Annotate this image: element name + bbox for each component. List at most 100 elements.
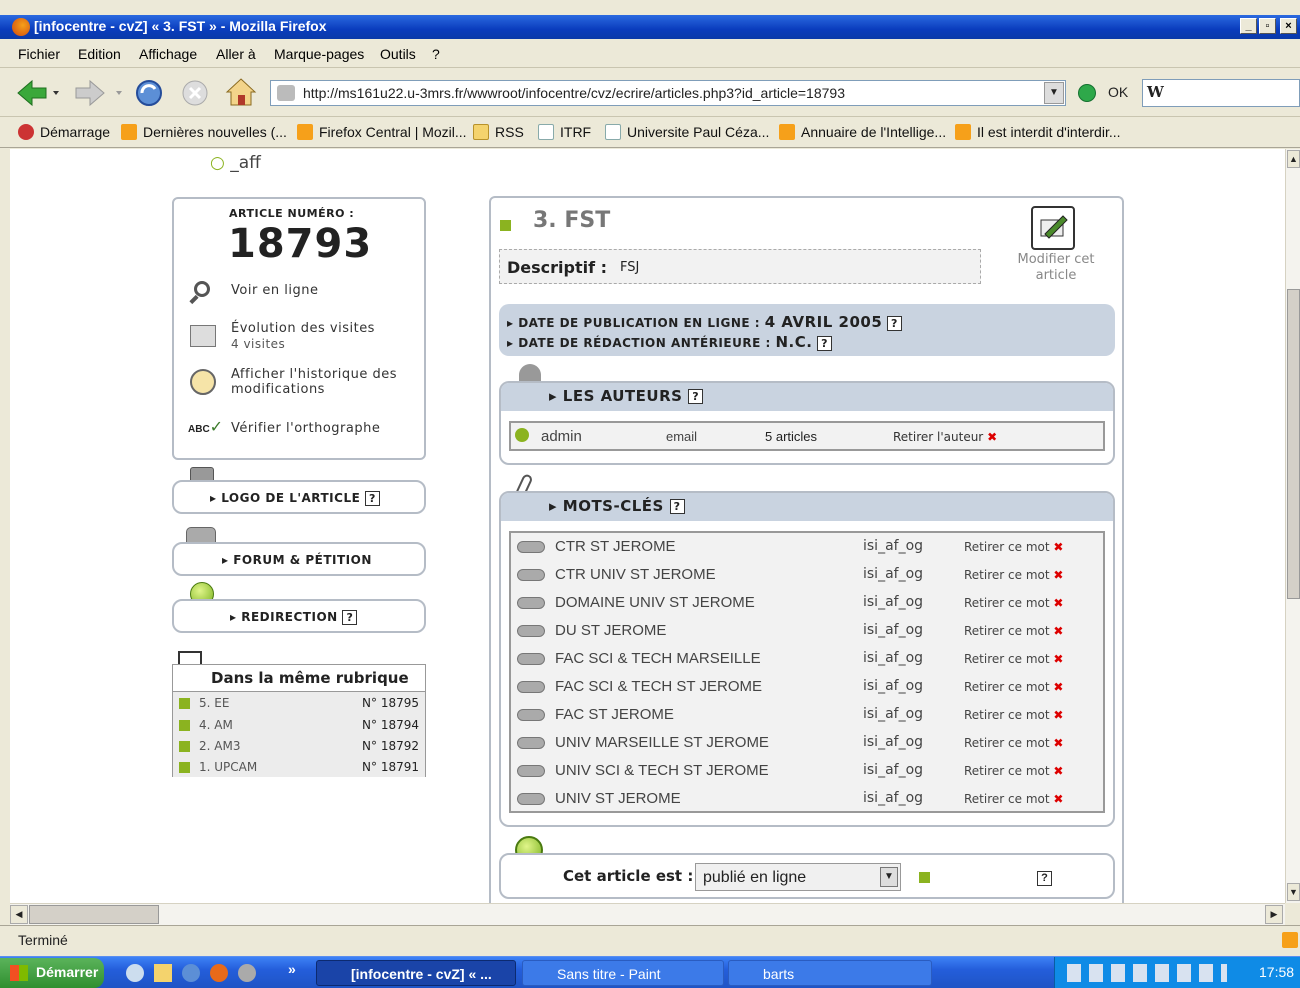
article-number: 18793 bbox=[228, 221, 373, 267]
scroll-right-button[interactable]: ▶ bbox=[1265, 905, 1283, 924]
help-icon[interactable]: ? bbox=[886, 316, 902, 331]
remove-keyword-button[interactable]: Retirer ce mot ✖ bbox=[964, 596, 1063, 610]
remove-x-icon: ✖ bbox=[1053, 624, 1064, 638]
start-button[interactable]: Démarrer bbox=[0, 958, 104, 988]
reload-button[interactable] bbox=[133, 77, 165, 109]
voir-en-ligne-label: Voir en ligne bbox=[231, 283, 319, 298]
stop-button[interactable] bbox=[180, 78, 210, 108]
task-firefox[interactable]: [infocentre - cvZ] « ... bbox=[316, 960, 516, 986]
historique-link[interactable]: Afficher l'historique des modifications bbox=[188, 367, 418, 401]
ie-icon[interactable] bbox=[182, 964, 200, 982]
bookmark-itrf[interactable]: ITRF bbox=[538, 124, 591, 140]
go-button[interactable]: OK bbox=[1078, 82, 1132, 104]
article-info-box: ARTICLE NUMÉRO : 18793 Voir en ligne Évo… bbox=[172, 197, 426, 460]
remove-keyword-button[interactable]: Retirer ce mot ✖ bbox=[964, 792, 1063, 806]
redirection-toggle[interactable]: ▸ REDIRECTION ? bbox=[172, 599, 426, 633]
help-icon[interactable]: ? bbox=[669, 499, 685, 514]
vertical-scrollbar[interactable]: ▲ ▼ bbox=[1285, 149, 1300, 903]
rubrique-item-2-am3[interactable]: 2. AM3 N° 18792 bbox=[177, 739, 421, 759]
scroll-down-button[interactable]: ▼ bbox=[1287, 883, 1300, 901]
keywords-title[interactable]: ▸ MOTS-CLÉS ? bbox=[549, 497, 685, 515]
help-icon[interactable]: ? bbox=[1037, 871, 1052, 886]
modifier-article-button[interactable]: Modifier cet article bbox=[1001, 206, 1111, 288]
descriptif-label: Descriptif : bbox=[507, 258, 608, 277]
voir-en-ligne-link[interactable]: Voir en ligne bbox=[188, 279, 418, 305]
keyword-row: DOMAINE UNIV ST JEROME isi_af_og Retirer c… bbox=[511, 589, 1105, 617]
historique-label: Afficher l'historique des modifications bbox=[231, 367, 398, 397]
window-title: [infocentre - cvZ] « 3. FST » - Mozilla … bbox=[34, 18, 327, 34]
home-button[interactable] bbox=[225, 76, 257, 108]
help-icon[interactable]: ? bbox=[688, 389, 704, 404]
rubrique-item-5-ee[interactable]: 5. EE N° 18795 bbox=[177, 696, 421, 716]
orthographe-link[interactable]: ABC✓ Vérifier l'orthographe bbox=[188, 417, 418, 447]
tray-icons[interactable] bbox=[1067, 964, 1227, 982]
menu-affichage[interactable]: Affichage bbox=[139, 46, 197, 62]
remove-keyword-button[interactable]: Retirer ce mot ✖ bbox=[964, 624, 1063, 638]
bookmark-interdit[interactable]: Il est interdit d'interdir... bbox=[955, 124, 1121, 140]
rss-icon[interactable] bbox=[1282, 932, 1298, 948]
help-icon[interactable]: ? bbox=[342, 610, 358, 625]
close-button[interactable]: × bbox=[1280, 18, 1297, 34]
bookmark-annuaire[interactable]: Annuaire de l'Intellige... bbox=[779, 124, 946, 140]
horizontal-scroll-thumb[interactable] bbox=[29, 905, 159, 924]
author-name[interactable]: admin bbox=[541, 428, 582, 445]
rubrique-item-1-upcam[interactable]: 1. UPCAM N° 18791 bbox=[177, 760, 421, 780]
bookmark-demarrage[interactable]: Démarrage bbox=[18, 124, 110, 140]
menu-aller[interactable]: Aller à bbox=[216, 46, 256, 62]
scroll-thumb[interactable] bbox=[1287, 289, 1300, 599]
remove-keyword-button[interactable]: Retirer ce mot ✖ bbox=[964, 764, 1063, 778]
user-icon bbox=[515, 428, 529, 442]
minimize-button[interactable]: _ bbox=[1240, 18, 1257, 34]
bookmark-universite[interactable]: Universite Paul Céza... bbox=[605, 124, 769, 140]
keyword-icon bbox=[517, 625, 545, 637]
keyword-row: FAC SCI & TECH ST JEROME isi_af_og Retirer… bbox=[511, 673, 1105, 701]
menu-marque-pages[interactable]: Marque-pages bbox=[274, 46, 364, 62]
help-icon[interactable]: ? bbox=[364, 491, 380, 506]
back-button[interactable] bbox=[16, 79, 60, 107]
scroll-left-button[interactable]: ◀ bbox=[10, 905, 28, 924]
logo-article-toggle[interactable]: ▸ LOGO DE L'ARTICLE ? bbox=[172, 480, 426, 514]
keyword-row: UNIV SCI & TECH ST JEROME isi_af_og Retire… bbox=[511, 757, 1105, 785]
remove-keyword-button[interactable]: Retirer ce mot ✖ bbox=[964, 736, 1063, 750]
author-email[interactable]: email bbox=[666, 429, 697, 444]
status-select[interactable]: publié en ligne ▼ bbox=[695, 863, 901, 891]
menu-outils[interactable]: Outils bbox=[380, 46, 416, 62]
redac-date-row[interactable]: ▸ DATE DE RÉDACTION ANTÉRIEURE : N.C. ? bbox=[507, 333, 833, 351]
help-icon[interactable]: ? bbox=[817, 336, 833, 351]
scroll-up-button[interactable]: ▲ bbox=[1287, 150, 1300, 168]
menu-fichier[interactable]: Fichier bbox=[18, 46, 60, 62]
forum-toggle[interactable]: ▸ FORUM & PÉTITION bbox=[172, 542, 426, 576]
maximize-button[interactable]: ▫ bbox=[1259, 18, 1276, 34]
bookmark-dernieres-nouvelles[interactable]: Dernières nouvelles (... bbox=[121, 124, 287, 140]
pub-date-row[interactable]: ▸ DATE DE PUBLICATION EN LIGNE : 4 AVRIL… bbox=[507, 313, 902, 331]
url-bar[interactable]: http://ms161u22.u-3mrs.fr/wwwroot/infoce… bbox=[270, 80, 1066, 106]
horizontal-scrollbar[interactable]: ◀ ▶ bbox=[10, 903, 1285, 925]
stop-icon bbox=[182, 80, 208, 106]
firefox-icon[interactable] bbox=[210, 964, 228, 982]
evolution-visites-link[interactable]: Évolution des visites 4 visites bbox=[188, 321, 418, 355]
bookmark-rss-folder[interactable]: RSS bbox=[473, 124, 524, 140]
menu-edition[interactable]: Edition bbox=[78, 46, 121, 62]
remove-keyword-button[interactable]: Retirer ce mot ✖ bbox=[964, 652, 1063, 666]
task-barts[interactable]: barts bbox=[728, 960, 932, 986]
task-paint[interactable]: Sans titre - Paint bbox=[522, 960, 724, 986]
history-icon bbox=[190, 369, 216, 395]
folder-icon[interactable] bbox=[154, 964, 172, 982]
rubrique-item-4-am[interactable]: 4. AM N° 18794 bbox=[177, 718, 421, 738]
keyword-icon bbox=[517, 793, 545, 805]
search-field[interactable]: W bbox=[1142, 79, 1300, 107]
url-dropdown-button[interactable]: ▼ bbox=[1044, 82, 1064, 104]
chevron-right-icon[interactable]: » bbox=[288, 961, 296, 977]
authors-title[interactable]: ▸ LES AUTEURS ? bbox=[549, 387, 704, 405]
quicklaunch-icon[interactable] bbox=[126, 964, 144, 982]
remove-keyword-button[interactable]: Retirer ce mot ✖ bbox=[964, 708, 1063, 722]
remove-author-button[interactable]: Retirer l'auteur ✖ bbox=[893, 430, 997, 444]
remove-keyword-button[interactable]: Retirer ce mot ✖ bbox=[964, 680, 1063, 694]
menu-help[interactable]: ? bbox=[432, 46, 440, 62]
media-icon[interactable] bbox=[238, 964, 256, 982]
evolution-visites-label: Évolution des visites bbox=[231, 321, 375, 336]
remove-keyword-button[interactable]: Retirer ce mot ✖ bbox=[964, 540, 1063, 554]
bookmark-firefox-central[interactable]: Firefox Central | Mozil... bbox=[297, 124, 467, 140]
forward-button[interactable] bbox=[74, 79, 126, 107]
remove-keyword-button[interactable]: Retirer ce mot ✖ bbox=[964, 568, 1063, 582]
